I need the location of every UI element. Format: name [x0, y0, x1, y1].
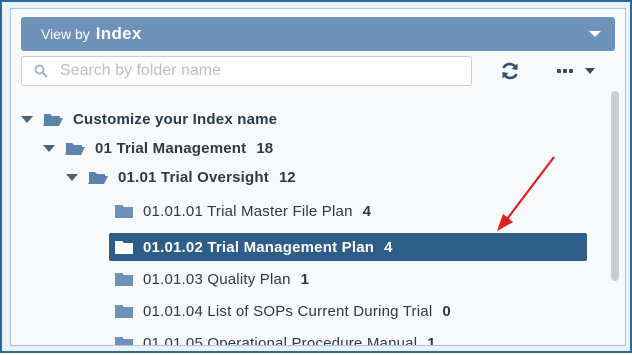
refresh-icon[interactable]: [499, 60, 521, 82]
tree-item-label: 01.01.01 Trial Master File Plan: [143, 202, 353, 220]
tree-node-count: 12: [278, 168, 296, 186]
search-input[interactable]: [58, 61, 442, 81]
index-panel: View by Index Search by folder name Cust…: [10, 8, 626, 346]
tree-item-list-of-sops[interactable]: 01.01.04 List of SOPs Current During Tri…: [115, 297, 451, 325]
more-options-button[interactable]: [557, 61, 607, 81]
tree-item-count: 0: [442, 302, 451, 320]
tree-node-label: 01 Trial Management: [95, 139, 247, 157]
tree-item-trial-master-file-plan[interactable]: 01.01.01 Trial Master File Plan 4: [115, 197, 371, 225]
view-by-dropdown[interactable]: View by Index: [21, 17, 615, 51]
tree-item-count: 4: [362, 202, 371, 220]
tree-node-trial-oversight[interactable]: 01.01 Trial Oversight 12: [66, 163, 296, 191]
expand-caret-icon[interactable]: [43, 144, 55, 152]
chevron-down-icon: [589, 31, 601, 37]
more-options-icon: [557, 69, 573, 73]
folder-icon: [115, 241, 133, 254]
tree-item-count: 4: [384, 238, 393, 256]
folder-open-icon: [65, 142, 85, 155]
tree-node-root[interactable]: Customize your Index name: [21, 105, 277, 133]
folder-open-icon: [43, 113, 63, 126]
tree-item-count: 1: [300, 270, 309, 288]
tree-item-count: 1: [427, 334, 436, 346]
scrollbar-thumb[interactable]: [611, 91, 619, 281]
search-icon: [34, 64, 48, 78]
tree-node-trial-management[interactable]: 01 Trial Management 18: [43, 134, 273, 162]
folder-open-icon: [88, 171, 108, 184]
tree-item-trial-management-plan[interactable]: 01.01.02 Trial Management Plan 4: [109, 233, 587, 261]
tree-item-quality-plan[interactable]: 01.01.03 Quality Plan 1: [115, 265, 309, 293]
folder-tree: Customize your Index name 01 Trial Manag…: [11, 95, 611, 345]
tree-item-operational-procedure-manual[interactable]: 01.01.05 Operational Procedure Manual 1: [115, 329, 436, 346]
expand-caret-icon[interactable]: [21, 115, 33, 123]
tree-node-label: 01.01 Trial Oversight: [118, 168, 269, 186]
folder-icon: [115, 205, 133, 218]
folder-icon: [115, 305, 133, 318]
tree-item-label: 01.01.05 Operational Procedure Manual: [143, 334, 418, 346]
chevron-down-icon: [585, 68, 595, 74]
tree-node-count: 18: [256, 139, 274, 157]
folder-icon: [115, 273, 133, 286]
tree-item-label: 01.01.02 Trial Management Plan: [143, 238, 375, 256]
tree-node-label: Customize your Index name: [73, 110, 278, 128]
screenshot-frame: View by Index Search by folder name Cust…: [0, 0, 632, 353]
tree-item-label: 01.01.04 List of SOPs Current During Tri…: [143, 302, 433, 320]
folder-icon: [115, 337, 133, 345]
expand-caret-icon[interactable]: [66, 173, 78, 181]
search-box: [21, 56, 472, 86]
view-by-value: Index: [95, 24, 142, 43]
view-by-label: View by: [41, 26, 90, 42]
tree-item-label: 01.01.03 Quality Plan: [143, 270, 291, 288]
